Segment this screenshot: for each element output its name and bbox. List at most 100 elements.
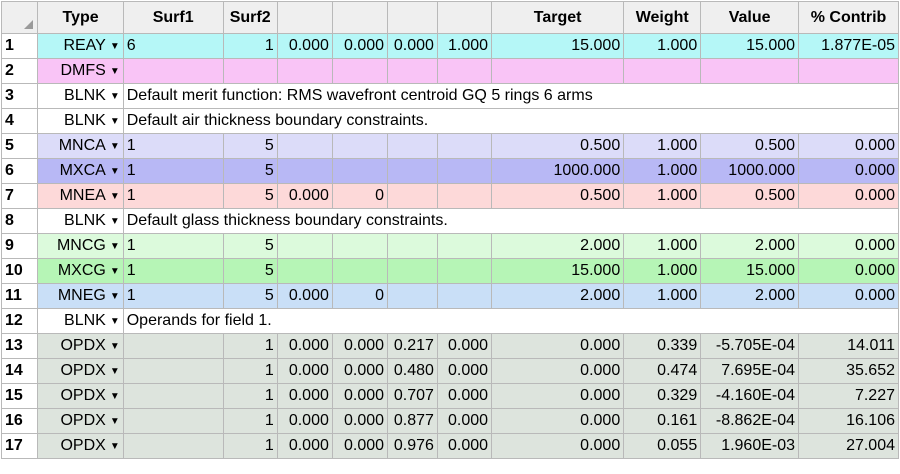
- cell-param-4[interactable]: 0.000: [331, 383, 389, 409]
- cell-surf2[interactable]: 1: [222, 333, 278, 359]
- cell-param-6[interactable]: [436, 233, 493, 259]
- operand-type-dropdown[interactable]: MXCA ▼: [37, 158, 124, 184]
- cell-surf1[interactable]: [122, 333, 224, 359]
- cell-contrib[interactable]: [798, 58, 899, 84]
- cell-param-4[interactable]: 0.000: [331, 333, 389, 359]
- cell-value[interactable]: 15.000: [700, 258, 800, 284]
- cell-value[interactable]: 1000.000: [700, 158, 800, 184]
- cell-surf1[interactable]: 1: [122, 258, 224, 284]
- cell-surf2[interactable]: 1: [222, 408, 278, 434]
- row-number[interactable]: 17: [0, 433, 39, 459]
- operand-type-dropdown[interactable]: DMFS ▼: [37, 58, 124, 84]
- operand-row[interactable]: 15 OPDX ▼ 1 0.000 0.000 0.707 0.000 0.000 0.329 -4…: [0, 383, 899, 409]
- operand-row[interactable]: 11 MNEG ▼ 1 5 0.000 0 2.000 1.000 2.000 0.000: [0, 283, 899, 309]
- row-number[interactable]: 2: [0, 58, 39, 84]
- cell-surf2[interactable]: 5: [222, 258, 278, 284]
- row-number[interactable]: 3: [0, 83, 39, 109]
- cell-param-3[interactable]: [276, 158, 333, 184]
- cell-param-6[interactable]: 0.000: [436, 408, 493, 434]
- cell-target[interactable]: 1000.000: [491, 158, 625, 184]
- caret-down-icon[interactable]: ▼: [110, 91, 120, 102]
- cell-param-5[interactable]: [387, 183, 438, 209]
- column-header-param-6[interactable]: [436, 1, 493, 34]
- cell-param-4[interactable]: 0: [331, 283, 389, 309]
- cell-target[interactable]: 15.000: [491, 33, 625, 59]
- cell-param-3[interactable]: [276, 58, 333, 84]
- cell-target[interactable]: [491, 58, 625, 84]
- cell-surf1[interactable]: [122, 58, 224, 84]
- cell-target[interactable]: 0.500: [491, 183, 625, 209]
- operand-type-dropdown[interactable]: MXCG ▼: [37, 258, 124, 284]
- cell-weight[interactable]: 1.000: [623, 33, 702, 59]
- cell-surf2[interactable]: 1: [222, 383, 278, 409]
- comment-cell[interactable]: Operands for field 1.: [122, 308, 900, 334]
- cell-contrib[interactable]: 1.877E-05: [798, 33, 899, 59]
- cell-surf1[interactable]: 1: [122, 158, 224, 184]
- operand-row[interactable]: 13 OPDX ▼ 1 0.000 0.000 0.217 0.000 0.000 0.339 -5…: [0, 333, 899, 359]
- cell-value[interactable]: 7.695E-04: [700, 358, 800, 384]
- cell-surf2[interactable]: 1: [222, 33, 278, 59]
- cell-value[interactable]: 0.500: [700, 133, 800, 159]
- row-number[interactable]: 9: [0, 233, 39, 259]
- operand-row[interactable]: 9 MNCG ▼ 1 5 2.000 1.000 2.000 0.000: [0, 233, 899, 259]
- cell-weight[interactable]: 0.339: [623, 333, 702, 359]
- cell-param-4[interactable]: 0: [331, 183, 389, 209]
- row-number[interactable]: 12: [0, 308, 39, 334]
- cell-param-3[interactable]: 0.000: [276, 358, 333, 384]
- cell-weight[interactable]: 0.474: [623, 358, 702, 384]
- cell-value[interactable]: [700, 58, 800, 84]
- cell-contrib[interactable]: 27.004: [798, 433, 899, 459]
- column-header-weight[interactable]: Weight: [623, 1, 702, 34]
- row-number[interactable]: 16: [0, 408, 39, 434]
- operand-row[interactable]: 16 OPDX ▼ 1 0.000 0.000 0.877 0.000 0.000 0.161 -8…: [0, 408, 899, 434]
- cell-surf1[interactable]: [122, 408, 224, 434]
- cell-weight[interactable]: 1.000: [623, 158, 702, 184]
- cell-weight[interactable]: 0.161: [623, 408, 702, 434]
- cell-param-4[interactable]: [331, 58, 389, 84]
- operand-row[interactable]: 7 MNEA ▼ 1 5 0.000 0 0.500 1.000 0.500 0.000: [0, 183, 899, 209]
- cell-param-3[interactable]: [276, 258, 333, 284]
- column-header-value[interactable]: Value: [700, 1, 800, 34]
- caret-down-icon[interactable]: ▼: [110, 66, 120, 77]
- cell-surf2[interactable]: 5: [222, 158, 278, 184]
- cell-contrib[interactable]: 35.652: [798, 358, 899, 384]
- caret-down-icon[interactable]: ▼: [110, 166, 120, 177]
- comment-cell[interactable]: Default glass thickness boundary constra…: [122, 208, 900, 234]
- cell-param-6[interactable]: [436, 258, 493, 284]
- cell-surf1[interactable]: 1: [122, 133, 224, 159]
- cell-weight[interactable]: 0.329: [623, 383, 702, 409]
- select-all-corner[interactable]: [0, 1, 39, 34]
- cell-param-6[interactable]: [436, 183, 493, 209]
- cell-param-5[interactable]: 0.877: [387, 408, 438, 434]
- row-number[interactable]: 7: [0, 183, 39, 209]
- cell-param-3[interactable]: 0.000: [276, 283, 333, 309]
- cell-contrib[interactable]: 0.000: [798, 283, 899, 309]
- cell-param-3[interactable]: 0.000: [276, 408, 333, 434]
- row-number[interactable]: 8: [0, 208, 39, 234]
- cell-surf1[interactable]: 1: [122, 233, 224, 259]
- cell-contrib[interactable]: 0.000: [798, 158, 899, 184]
- operand-row[interactable]: 4 BLNK ▼ Default air thickness boundary con…: [0, 108, 900, 134]
- row-number[interactable]: 1: [0, 33, 39, 59]
- cell-param-6[interactable]: 0.000: [436, 358, 493, 384]
- comment-cell[interactable]: Default air thickness boundary constrain…: [122, 108, 900, 134]
- cell-param-4[interactable]: [331, 233, 389, 259]
- cell-param-6[interactable]: [436, 158, 493, 184]
- operand-row[interactable]: 6 MXCA ▼ 1 5 1000.000 1.000 1000.000 0.000: [0, 158, 899, 184]
- cell-param-3[interactable]: [276, 233, 333, 259]
- caret-down-icon[interactable]: ▼: [110, 241, 120, 252]
- cell-param-3[interactable]: 0.000: [276, 333, 333, 359]
- row-number[interactable]: 11: [0, 283, 39, 309]
- row-number[interactable]: 13: [0, 333, 39, 359]
- cell-value[interactable]: -4.160E-04: [700, 383, 800, 409]
- row-number[interactable]: 10: [0, 258, 39, 284]
- caret-down-icon[interactable]: ▼: [110, 266, 120, 277]
- cell-target[interactable]: 0.000: [491, 383, 625, 409]
- cell-target[interactable]: 2.000: [491, 233, 625, 259]
- caret-down-icon[interactable]: ▼: [110, 191, 120, 202]
- cell-param-3[interactable]: 0.000: [276, 183, 333, 209]
- column-header-contrib[interactable]: % Contrib: [798, 1, 899, 34]
- cell-contrib[interactable]: 14.011: [798, 333, 899, 359]
- cell-target[interactable]: 0.000: [491, 408, 625, 434]
- row-number[interactable]: 14: [0, 358, 39, 384]
